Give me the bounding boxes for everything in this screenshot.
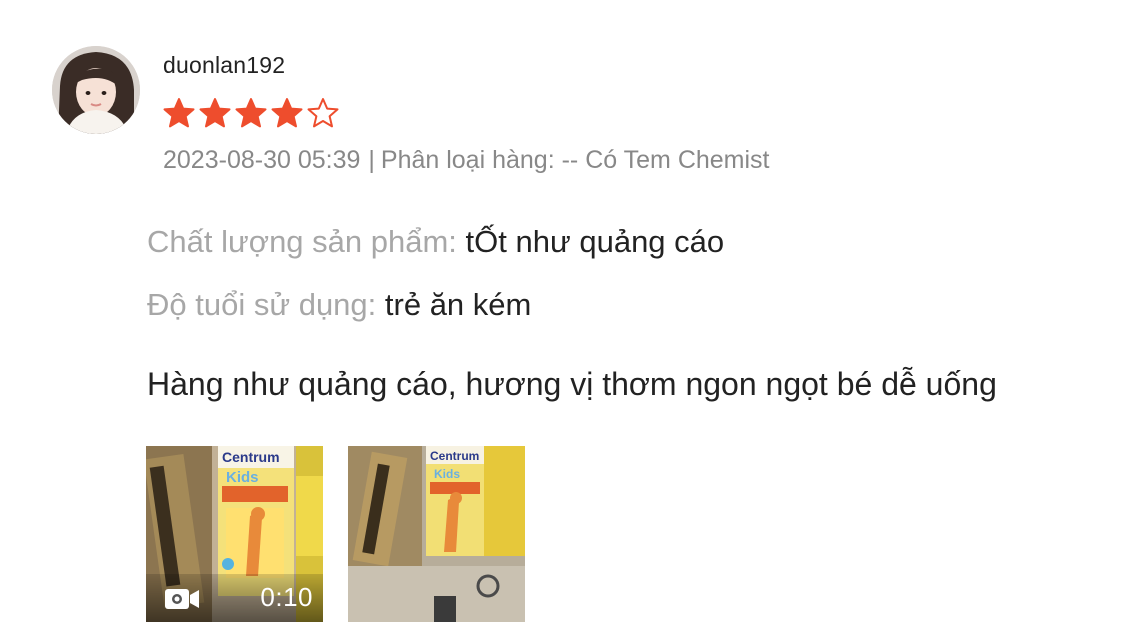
box-sub-text: Kids: [226, 469, 259, 486]
star-filled-icon: [235, 98, 267, 128]
box-sub-text-2: Kids: [434, 467, 460, 481]
video-camera-icon: [165, 589, 199, 609]
box-brand-text: Centrum: [222, 449, 280, 465]
product-variation: Phân loại hàng: -- Có Tem Chemist: [380, 146, 770, 174]
review-meta: 2023-08-30 05:39 | Phân loại hàng: -- Có T…: [163, 146, 770, 175]
star-filled-icon: [163, 98, 195, 128]
review-comment: Hàng như quảng cáo, hương vị thơm ngon n…: [147, 366, 997, 402]
reviewer-username[interactable]: duonlan192: [163, 52, 285, 79]
review-video-thumbnail[interactable]: Centrum Kids 0:10: [146, 446, 323, 622]
age-value: trẻ ăn kém: [384, 287, 532, 322]
star-filled-icon: [199, 98, 231, 128]
product-review: duonlan192 2023-08-30 05:39 | Phân loại hà…: [0, 0, 1132, 640]
box-brand-text-2: Centrum: [430, 449, 479, 463]
rating-stars: [163, 97, 339, 129]
video-overlay: 0:10: [146, 574, 323, 622]
quality-label: Chất lượng sản phẩm:: [147, 224, 457, 259]
video-duration: 0:10: [260, 582, 313, 612]
age-field: Độ tuổi sử dụng: trẻ ăn kém: [147, 287, 531, 323]
review-image-thumbnail[interactable]: Centrum Kids: [348, 446, 525, 622]
quality-field: Chất lượng sản phẩm: tỐt như quảng cáo: [147, 224, 724, 260]
quality-value: tỐt như quảng cáo: [465, 224, 725, 259]
user-avatar[interactable]: [52, 46, 140, 134]
review-datetime: 2023-08-30 05:39: [163, 146, 361, 174]
age-label: Độ tuổi sử dụng:: [147, 287, 377, 322]
star-filled-icon: [271, 98, 303, 128]
star-empty-icon: [307, 98, 339, 128]
meta-separator: |: [368, 146, 375, 174]
